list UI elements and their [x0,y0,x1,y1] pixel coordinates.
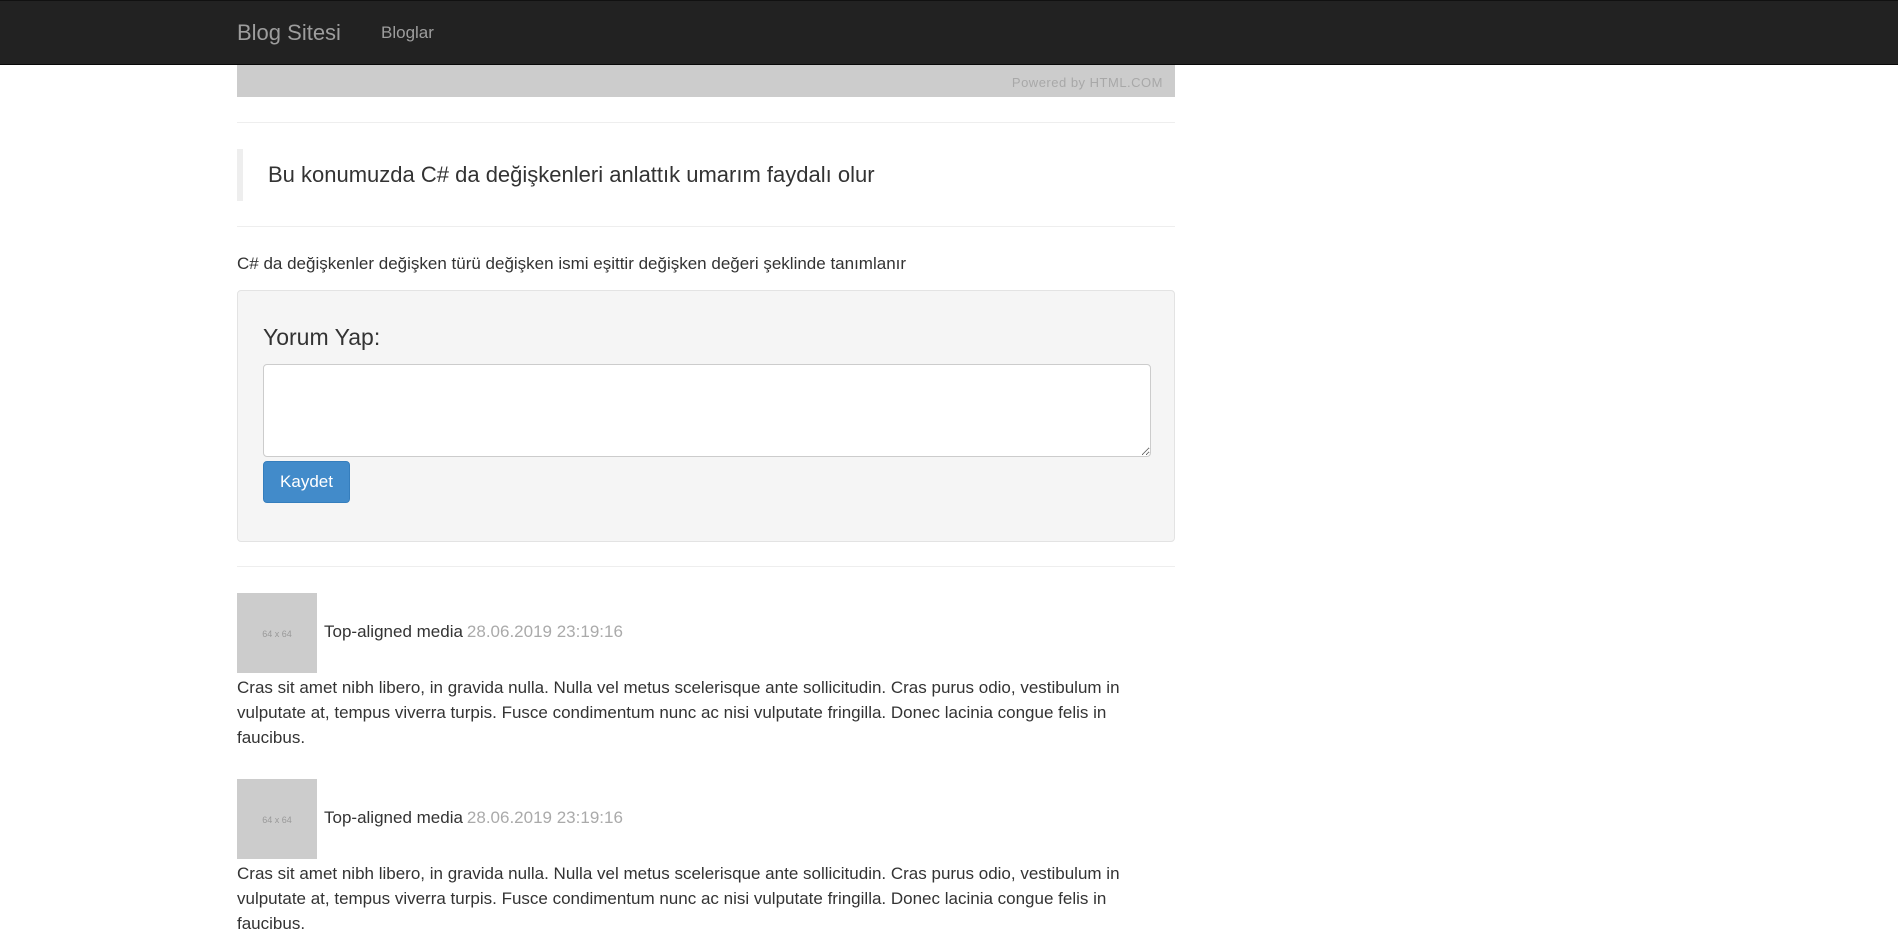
comment-text: Cras sit amet nibh libero, in gravida nu… [237,678,1120,747]
save-button[interactable]: Kaydet [263,461,350,503]
nav-link-bloglar[interactable]: Bloglar [381,23,434,43]
avatar-placeholder: 64 x 64 [237,593,317,673]
comment-author: Top-aligned media [324,808,463,827]
comment-heading: Top-aligned media 28.06.2019 23:19:16 [324,807,623,829]
header-image: Powered by HTML.COM [237,65,1175,97]
comment-timestamp: 28.06.2019 23:19:16 [466,808,623,827]
post-quote-text: Bu konumuzda C# da değişkenleri anlattık… [268,162,875,187]
divider [237,226,1175,227]
comment-timestamp: 28.06.2019 23:19:16 [466,622,623,641]
comment-textarea[interactable] [263,364,1151,457]
divider [237,566,1175,567]
comment-text: Cras sit amet nibh libero, in gravida nu… [237,864,1120,933]
avatar-size-label: 64 x 64 [262,629,292,639]
avatar-placeholder: 64 x 64 [237,779,317,859]
comment-author: Top-aligned media [324,622,463,641]
post-body: C# da değişkenler değişken türü değişken… [237,254,907,273]
brand-link[interactable]: Blog Sitesi [237,20,341,46]
image-credit: Powered by HTML.COM [1011,75,1163,90]
avatar-size-label: 64 x 64 [262,815,292,825]
comment-heading: Top-aligned media 28.06.2019 23:19:16 [324,621,623,643]
comment-form-title: Yorum Yap: [263,324,381,350]
comment-form: Yorum Yap: Kaydet [237,290,1175,542]
top-navbar: Blog Sitesi Bloglar [0,0,1898,65]
post-quote: Bu konumuzda C# da değişkenleri anlattık… [237,149,1175,201]
divider [237,122,1175,123]
